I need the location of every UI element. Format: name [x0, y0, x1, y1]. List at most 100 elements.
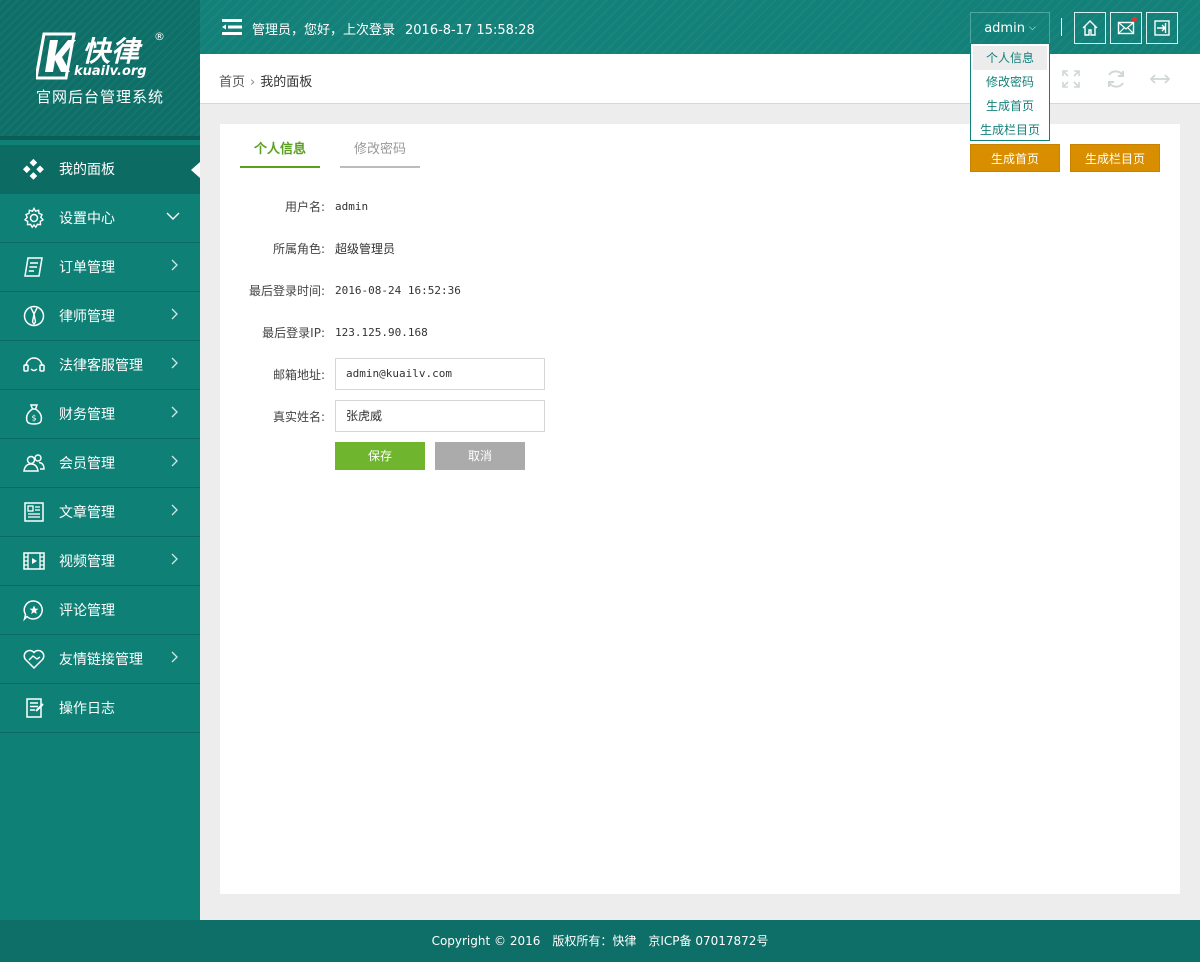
role-value: 超级管理员	[335, 241, 396, 256]
tab-change-password[interactable]: 修改密码	[340, 140, 420, 168]
sidebar-item-label: 订单管理	[59, 260, 115, 276]
menu-toggle-icon[interactable]	[222, 18, 242, 36]
chevron-right-icon	[171, 553, 178, 565]
last-ip-row: 最后登录IP: 123.125.90.168	[240, 316, 428, 348]
sidebar-item-label: 评论管理	[59, 603, 115, 619]
sidebar-item-2[interactable]: 订单管理	[0, 243, 200, 292]
sidebar-item-label: 视频管理	[59, 554, 115, 570]
email-row: 邮箱地址: admin@kuailv.com	[240, 358, 545, 390]
chevron-right-icon	[171, 357, 178, 369]
newspaper-icon	[22, 500, 46, 524]
sidebar-item-label: 法律客服管理	[59, 358, 143, 374]
last-ip-label: 最后登录IP:	[262, 325, 325, 340]
sidebar-item-7[interactable]: 文章管理	[0, 488, 200, 537]
messages-button[interactable]	[1110, 12, 1142, 44]
gear-icon	[22, 206, 46, 230]
members-icon	[22, 451, 46, 475]
realname-field[interactable]: 张虎威	[335, 400, 545, 432]
lawyer-icon	[22, 304, 46, 328]
home-button[interactable]	[1074, 12, 1106, 44]
order-icon	[22, 255, 46, 279]
save-button[interactable]: 保存	[335, 442, 425, 470]
topbar: 管理员，您好，上次登录 2016-8-17 15:58:28 admin ⌵	[200, 0, 1200, 54]
sidebar-menu: 我的面板设置中心订单管理律师管理法律客服管理 $ 财务管理会员管理文章管理视频管理评…	[0, 145, 200, 733]
sidebar-item-label: 我的面板	[59, 162, 115, 178]
sidebar-item-label: 友情链接管理	[59, 652, 143, 668]
breadcrumb-bar: 首页 › 我的面板	[200, 54, 1200, 104]
generate-home-button[interactable]: 生成首页	[970, 144, 1060, 172]
breadcrumb: 首页 › 我的面板	[219, 71, 312, 90]
logout-icon	[1154, 20, 1170, 36]
generate-column-button[interactable]: 生成栏目页	[1070, 144, 1160, 172]
sidebar-item-6[interactable]: 会员管理	[0, 439, 200, 488]
sidebar-item-10[interactable]: 友情链接管理	[0, 635, 200, 684]
sidebar: 快律 ® kuailv.org 官网后台管理系统 我的面板设置中心订单管理律师管…	[0, 0, 200, 920]
sidebar-item-11[interactable]: 操作日志	[0, 684, 200, 733]
comment-star-icon	[22, 598, 46, 622]
realname-label: 真实姓名:	[272, 409, 325, 424]
sidebar-item-label: 会员管理	[59, 456, 115, 472]
role-row: 所属角色: 超级管理员	[240, 232, 395, 264]
username-label: 用户名:	[284, 199, 325, 214]
chevron-down-icon	[166, 212, 180, 220]
copyright-text: Copyright © 2016 版权所有：快律 京ICP备 07017872号	[431, 934, 769, 948]
breadcrumb-home[interactable]: 首页	[219, 75, 245, 90]
headset-icon	[22, 353, 46, 377]
sidebar-item-5[interactable]: $ 财务管理	[0, 390, 200, 439]
sidebar-item-label: 律师管理	[59, 309, 115, 325]
last-login-label: 最后登录时间:	[248, 283, 325, 298]
fullscreen-icon[interactable]	[1060, 68, 1082, 90]
dropdown-item-change-password[interactable]: 修改密码	[971, 70, 1049, 94]
chevron-right-icon	[171, 455, 178, 467]
content-panel: 个人信息 修改密码 生成首页 生成栏目页 用户名: admin 所属角色: 超级…	[220, 124, 1180, 894]
sidebar-item-label: 财务管理	[59, 407, 115, 423]
user-dropdown: 个人信息 修改密码 生成首页 生成栏目页	[970, 43, 1050, 141]
user-menu-button[interactable]: admin ⌵	[970, 12, 1050, 44]
welcome-text: 管理员，您好，上次登录	[252, 23, 396, 38]
film-icon	[22, 549, 46, 573]
role-label: 所属角色:	[272, 241, 325, 256]
sidebar-item-1[interactable]: 设置中心	[0, 194, 200, 243]
cancel-button[interactable]: 取消	[435, 442, 525, 470]
heart-handshake-icon	[22, 647, 46, 671]
username-row: 用户名: admin	[240, 190, 368, 222]
username: admin	[984, 20, 1025, 36]
sidebar-item-4[interactable]: 法律客服管理	[0, 341, 200, 390]
chevron-right-icon	[171, 259, 178, 271]
tab-profile[interactable]: 个人信息	[240, 140, 320, 168]
logo-domain: kuailv.org	[74, 64, 147, 79]
log-icon	[22, 696, 46, 720]
dropdown-item-generate-home[interactable]: 生成首页	[971, 94, 1049, 118]
expand-width-icon[interactable]	[1149, 68, 1171, 90]
logout-button[interactable]	[1146, 12, 1178, 44]
sidebar-item-8[interactable]: 视频管理	[0, 537, 200, 586]
sidebar-item-3[interactable]: 律师管理	[0, 292, 200, 341]
chevron-right-icon	[171, 651, 178, 663]
chevron-right-icon	[171, 406, 178, 418]
money-bag-icon: $	[22, 402, 46, 426]
sidebar-item-label: 操作日志	[59, 701, 115, 717]
breadcrumb-separator: ›	[250, 75, 256, 90]
username-value: admin	[335, 199, 369, 213]
email-field[interactable]: admin@kuailv.com	[335, 358, 545, 390]
dropdown-item-generate-columns[interactable]: 生成栏目页	[971, 118, 1049, 142]
logo-registered-mark: ®	[154, 30, 165, 43]
notification-dot	[1132, 17, 1137, 22]
email-label: 邮箱地址:	[272, 367, 325, 382]
refresh-icon[interactable]	[1105, 68, 1127, 90]
realname-row: 真实姓名: 张虎威	[240, 400, 545, 432]
last-login-value: 2016-08-24 16:52:36	[335, 283, 461, 297]
breadcrumb-current: 我的面板	[260, 75, 313, 90]
sidebar-item-9[interactable]: 评论管理	[0, 586, 200, 635]
system-title: 官网后台管理系统	[35, 88, 164, 106]
footer: Copyright © 2016 版权所有：快律 京ICP备 07017872号	[0, 920, 1200, 962]
sidebar-item-label: 文章管理	[59, 505, 115, 521]
dropdown-item-profile[interactable]: 个人信息	[973, 46, 1047, 70]
brand-logo[interactable]: 快律 ® kuailv.org 官网后台管理系统	[0, 0, 200, 140]
divider	[1061, 18, 1062, 36]
chevron-down-icon: ⌵	[1028, 23, 1036, 33]
home-icon	[1082, 20, 1098, 36]
sidebar-item-0[interactable]: 我的面板	[0, 145, 200, 194]
dashboard-icon	[22, 157, 46, 181]
chevron-right-icon	[171, 504, 178, 516]
